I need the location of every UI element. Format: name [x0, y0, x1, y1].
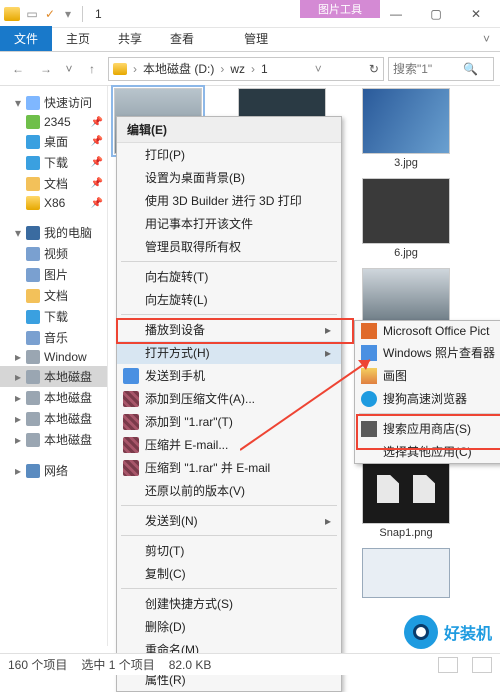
menu-3dbuilder[interactable]: 使用 3D Builder 进行 3D 打印	[117, 189, 341, 212]
menu-cut[interactable]: 剪切(T)	[117, 539, 341, 562]
tab-share[interactable]: 共享	[104, 26, 156, 51]
brand-logo: 好装机	[404, 615, 492, 649]
sidebar-item[interactable]: X86📌	[0, 194, 107, 212]
tab-file[interactable]: 文件	[0, 26, 52, 51]
winrar-icon	[123, 460, 139, 476]
sidebar-item[interactable]: 文档	[0, 285, 107, 306]
submenu-store[interactable]: 搜索应用商店(S)	[355, 417, 500, 440]
sidebar-item[interactable]: 下载	[0, 306, 107, 327]
qat-props-icon[interactable]: ▭	[24, 6, 40, 22]
search-field[interactable]	[393, 62, 463, 76]
menu-wallpaper[interactable]: 设置为桌面背景(B)	[117, 166, 341, 189]
tab-view[interactable]: 查看	[156, 26, 208, 51]
submenu-photo-viewer[interactable]: Windows 照片查看器	[355, 341, 500, 364]
sidebar-item[interactable]: 下载📌	[0, 152, 107, 173]
submenu-choose-app[interactable]: 选择其他应用(C)	[355, 440, 500, 463]
menu-zip-email[interactable]: 压缩并 E-mail...	[117, 433, 341, 456]
contextual-caption: 图片工具	[300, 0, 380, 18]
menu-cast[interactable]: 播放到设备▸	[117, 318, 341, 341]
up-button[interactable]: ↑	[80, 57, 104, 81]
sidebar-item[interactable]: 图片	[0, 264, 107, 285]
menu-shortcut[interactable]: 创建快捷方式(S)	[117, 592, 341, 615]
sidebar-item[interactable]: ▸Window	[0, 348, 107, 366]
winrar-icon	[123, 437, 139, 453]
logo-icon	[404, 615, 438, 649]
file-thumb[interactable]: Snap1.png	[362, 458, 450, 524]
menu-rotate-right[interactable]: 向右旋转(T)	[117, 265, 341, 288]
menu-send-to[interactable]: 发送到(N)▸	[117, 509, 341, 532]
status-count: 160 个项目	[8, 656, 67, 673]
folder-icon	[113, 63, 127, 75]
sidebar-item[interactable]: ▸本地磁盘	[0, 408, 107, 429]
phone-icon	[123, 368, 139, 384]
menu-add-archive[interactable]: 添加到压缩文件(A)...	[117, 387, 341, 410]
status-bar: 160 个项目 选中 1 个项目 82.0 KB	[0, 653, 500, 675]
sidebar-item[interactable]: 2345📌	[0, 113, 107, 131]
sidebar-this-pc[interactable]: ▾我的电脑	[0, 222, 107, 243]
menu-rotate-left[interactable]: 向左旋转(L)	[117, 288, 341, 311]
breadcrumb[interactable]: 1	[261, 62, 268, 76]
status-size: 82.0 KB	[169, 658, 212, 672]
sidebar-item[interactable]: ▸本地磁盘	[0, 429, 107, 450]
sogou-icon	[361, 391, 377, 407]
recent-button[interactable]: ˅	[62, 57, 76, 81]
menu-header: 编辑(E)	[117, 117, 341, 143]
maximize-button[interactable]: ▢	[416, 0, 456, 28]
chevron-down-icon[interactable]: ˅	[313, 62, 324, 76]
sidebar-item[interactable]: 音乐	[0, 327, 107, 348]
view-thumbs-button[interactable]	[472, 657, 492, 673]
sidebar-item[interactable]: 桌面📌	[0, 131, 107, 152]
submenu-office[interactable]: Microsoft Office Pict	[355, 321, 500, 341]
submenu-paint[interactable]: 画图	[355, 364, 500, 387]
sidebar-item[interactable]: 文档📌	[0, 173, 107, 194]
forward-button[interactable]: →	[34, 57, 58, 81]
context-menu: 编辑(E) 打印(P) 设置为桌面背景(B) 使用 3D Builder 进行 …	[116, 116, 342, 692]
search-input[interactable]: 🔍	[388, 57, 494, 81]
search-icon[interactable]: 🔍	[463, 62, 478, 76]
photo-viewer-icon	[361, 345, 377, 361]
sidebar-item[interactable]: ▸本地磁盘	[0, 366, 107, 387]
view-details-button[interactable]	[438, 657, 458, 673]
sidebar-item[interactable]: ▸本地磁盘	[0, 387, 107, 408]
qat-check-icon[interactable]: ✓	[42, 6, 58, 22]
folder-icon	[4, 7, 20, 21]
menu-notepad[interactable]: 用记事本打开该文件	[117, 212, 341, 235]
menu-send-phone[interactable]: 发送到手机	[117, 364, 341, 387]
submenu-open-with: Microsoft Office Pict Windows 照片查看器 画图 搜…	[354, 320, 500, 464]
office-icon	[361, 323, 377, 339]
breadcrumb[interactable]: 本地磁盘 (D:)	[143, 60, 214, 77]
submenu-sogou[interactable]: 搜狗高速浏览器	[355, 387, 500, 410]
minimize-button[interactable]: —	[376, 0, 416, 28]
tab-home[interactable]: 主页	[52, 26, 104, 51]
sidebar-item[interactable]: 视频	[0, 243, 107, 264]
address-bar[interactable]: › 本地磁盘 (D:) › wz › 1 ˅ ↻	[108, 57, 384, 81]
menu-open-with[interactable]: 打开方式(H)▸	[117, 341, 341, 364]
tab-manage[interactable]: 管理	[230, 26, 282, 51]
menu-delete[interactable]: 删除(D)	[117, 615, 341, 638]
status-selected: 选中 1 个项目	[81, 656, 154, 673]
file-thumb[interactable]: 6.jpg	[362, 178, 450, 244]
file-thumb[interactable]	[362, 548, 450, 598]
menu-print[interactable]: 打印(P)	[117, 143, 341, 166]
menu-restore[interactable]: 还原以前的版本(V)	[117, 479, 341, 502]
refresh-icon[interactable]: ↻	[369, 62, 379, 76]
winrar-icon	[123, 391, 139, 407]
window-title: 1	[95, 7, 102, 21]
sidebar-network[interactable]: ▸网络	[0, 460, 107, 481]
ribbon-expand-icon[interactable]: ˅	[483, 32, 490, 46]
menu-add-rar[interactable]: 添加到 "1.rar"(T)	[117, 410, 341, 433]
qat-dropdown-icon[interactable]: ▾	[60, 6, 76, 22]
winrar-icon	[123, 414, 139, 430]
paint-icon	[361, 368, 377, 384]
sidebar-quick-access[interactable]: ▾快速访问	[0, 92, 107, 113]
menu-copy[interactable]: 复制(C)	[117, 562, 341, 585]
file-thumb[interactable]: 3.jpg	[362, 88, 450, 154]
store-icon	[361, 421, 377, 437]
menu-ziprar-email[interactable]: 压缩到 "1.rar" 并 E-mail	[117, 456, 341, 479]
back-button[interactable]: ←	[6, 57, 30, 81]
breadcrumb[interactable]: wz	[230, 62, 245, 76]
close-button[interactable]: ✕	[456, 0, 496, 28]
menu-admin[interactable]: 管理员取得所有权	[117, 235, 341, 258]
